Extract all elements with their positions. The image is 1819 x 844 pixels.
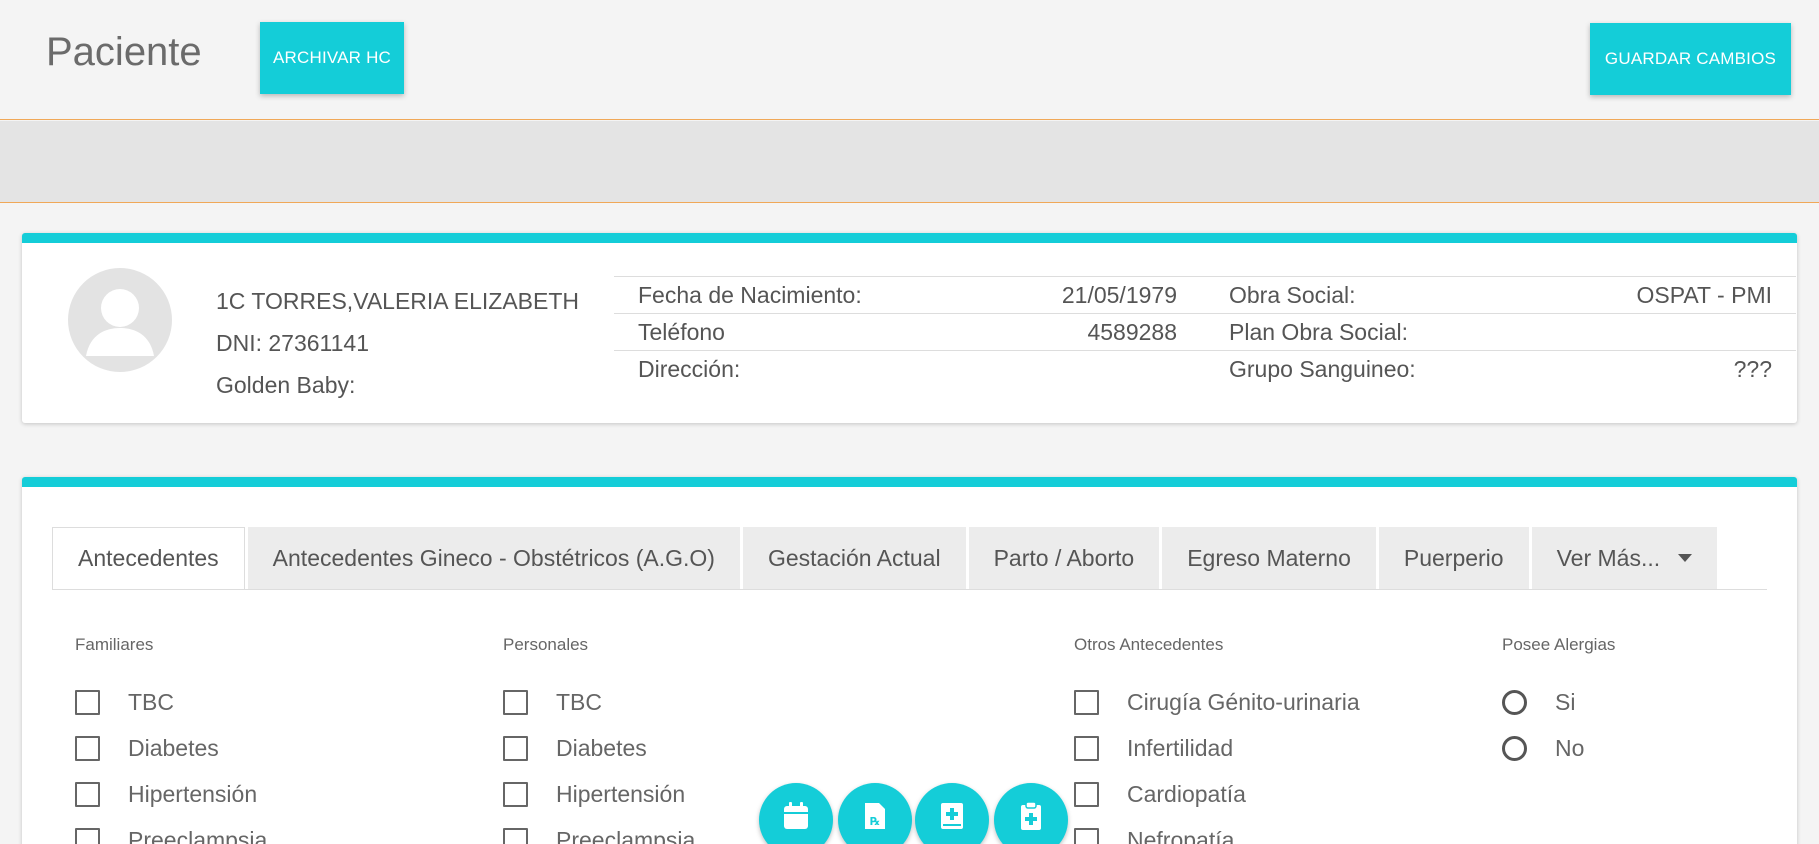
checkbox[interactable] <box>75 827 100 844</box>
patient-info-table: Fecha de Nacimiento: 21/05/1979 Obra Soci… <box>614 276 1796 387</box>
blood-group-value: ??? <box>1733 355 1772 382</box>
archive-button[interactable]: ARCHIVAR HC <box>260 22 404 94</box>
insurance-label: Obra Social: <box>1229 281 1356 308</box>
birthdate-label: Fecha de Nacimiento: <box>638 281 862 308</box>
checkbox-item[interactable]: Infertilidad <box>1074 725 1360 771</box>
checkbox[interactable] <box>1074 735 1099 761</box>
radio-button[interactable] <box>1502 689 1527 715</box>
checkbox-item[interactable]: Cardiopatía <box>1074 771 1360 817</box>
info-row: Dirección: Grupo Sanguineo:??? <box>614 350 1796 387</box>
section-title: Familiares <box>75 635 154 654</box>
checkbox-label: Hipertensión <box>556 780 686 807</box>
tab-egreso-materno[interactable]: Egreso Materno <box>1162 527 1376 589</box>
tab-antecedentes[interactable]: Antecedentes <box>52 527 245 589</box>
tab-gestacion-actual[interactable]: Gestación Actual <box>742 527 966 589</box>
checkbox-label: Infertilidad <box>1127 734 1234 761</box>
checkbox-label: TBC <box>128 688 174 715</box>
patient-golden-baby: Golden Baby: <box>216 372 356 398</box>
info-bar <box>0 121 1819 203</box>
checkbox-label: Diabetes <box>128 734 219 761</box>
tab-ver-mas[interactable]: Ver Más... <box>1531 527 1718 589</box>
checkbox-label: Cirugía Génito-urinaria <box>1127 688 1360 715</box>
section-title: Posee Alergias <box>1502 635 1616 654</box>
save-button[interactable]: GUARDAR CAMBIOS <box>1590 23 1791 95</box>
tab-ver-mas-label: Ver Más... <box>1556 544 1661 571</box>
radio-label: Si <box>1555 688 1576 715</box>
radio-item[interactable]: Si <box>1502 679 1615 725</box>
personales-section: Personales TBC Diabetes Hipertensión Pre… <box>503 635 695 844</box>
clipboard-plus-icon <box>1021 801 1041 830</box>
insurance-value: OSPAT - PMI <box>1636 281 1772 308</box>
checkbox[interactable] <box>503 781 528 807</box>
checkbox-label: Diabetes <box>556 734 647 761</box>
tab-ago[interactable]: Antecedentes Gineco - Obstétricos (A.G.O… <box>247 527 740 589</box>
patient-card: 1C TORRES,VALERIA ELIZABETH DNI: 2736114… <box>22 233 1797 423</box>
checkbox[interactable] <box>75 781 100 807</box>
checkbox-item[interactable]: Diabetes <box>503 725 695 771</box>
address-label: Dirección: <box>638 355 741 382</box>
user-icon <box>86 289 154 356</box>
checkbox[interactable] <box>75 735 100 761</box>
info-row: Fecha de Nacimiento: 21/05/1979 Obra Soci… <box>614 276 1796 313</box>
tab-parto-aborto[interactable]: Parto / Aborto <box>968 527 1160 589</box>
caret-down-icon <box>1678 554 1693 562</box>
alergias-section: Posee Alergias Si No <box>1502 635 1615 771</box>
checkbox[interactable] <box>503 735 528 761</box>
familiares-section: Familiares TBC Diabetes Hipertensión Pre… <box>75 635 267 844</box>
otros-antecedentes-section: Otros Antecedentes Cirugía Génito-urinar… <box>1074 635 1360 844</box>
checkbox[interactable] <box>1074 689 1099 715</box>
checkbox-item[interactable]: Diabetes <box>75 725 267 771</box>
checkbox-item[interactable]: TBC <box>75 679 267 725</box>
section-title: Otros Antecedentes <box>1074 635 1224 654</box>
patient-dni: DNI: 27361141 <box>216 330 370 356</box>
tab-bar: Antecedentes Antecedentes Gineco - Obsté… <box>52 527 1720 589</box>
radio-button[interactable] <box>1502 735 1527 761</box>
checkbox[interactable] <box>503 827 528 844</box>
checkbox-item[interactable]: Cirugía Génito-urinaria <box>1074 679 1360 725</box>
tab-puerperio[interactable]: Puerperio <box>1378 527 1529 589</box>
checkbox-label: TBC <box>556 688 602 715</box>
medical-book-icon <box>941 803 963 829</box>
radio-label: No <box>1555 734 1585 761</box>
checkbox-label: Preeclampsia <box>556 826 696 844</box>
checkbox-label: Preeclampsia <box>128 826 268 844</box>
checkbox-label: Nefropatía <box>1127 826 1235 844</box>
page-title: Paciente <box>46 30 202 74</box>
top-bar: Paciente ARCHIVAR HC GUARDAR CAMBIOS <box>0 0 1819 120</box>
insurance-plan-label: Plan Obra Social: <box>1229 318 1408 345</box>
history-card: Antecedentes Antecedentes Gineco - Obsté… <box>22 477 1797 844</box>
avatar <box>68 268 172 372</box>
calendar-icon <box>784 802 808 829</box>
svg-text:℞: ℞ <box>870 815 880 828</box>
section-title: Personales <box>503 635 589 654</box>
phone-value: 4589288 <box>1087 318 1177 345</box>
checkbox-item[interactable]: TBC <box>503 679 695 725</box>
prescription-icon: ℞ <box>865 803 885 829</box>
tab-divider <box>52 589 1767 590</box>
phone-label: Teléfono <box>638 318 725 345</box>
checkbox[interactable] <box>1074 781 1099 807</box>
checkbox-item[interactable]: Preeclampsia <box>503 817 695 844</box>
checkbox-label: Cardiopatía <box>1127 780 1246 807</box>
blood-group-label: Grupo Sanguineo: <box>1229 355 1416 382</box>
info-row: Teléfono 4589288 Plan Obra Social: <box>614 313 1796 350</box>
checkbox-label: Hipertensión <box>128 780 258 807</box>
radio-item[interactable]: No <box>1502 725 1615 771</box>
checkbox[interactable] <box>1074 827 1099 844</box>
checkbox-item[interactable]: Nefropatía <box>1074 817 1360 844</box>
checkbox[interactable] <box>503 689 528 715</box>
checkbox-item[interactable]: Hipertensión <box>75 771 267 817</box>
birthdate-value: 21/05/1979 <box>1061 281 1177 308</box>
checkbox-item[interactable]: Hipertensión <box>503 771 695 817</box>
checkbox-item[interactable]: Preeclampsia <box>75 817 267 844</box>
checkbox[interactable] <box>75 689 100 715</box>
patient-name: 1C TORRES,VALERIA ELIZABETH <box>216 288 580 314</box>
